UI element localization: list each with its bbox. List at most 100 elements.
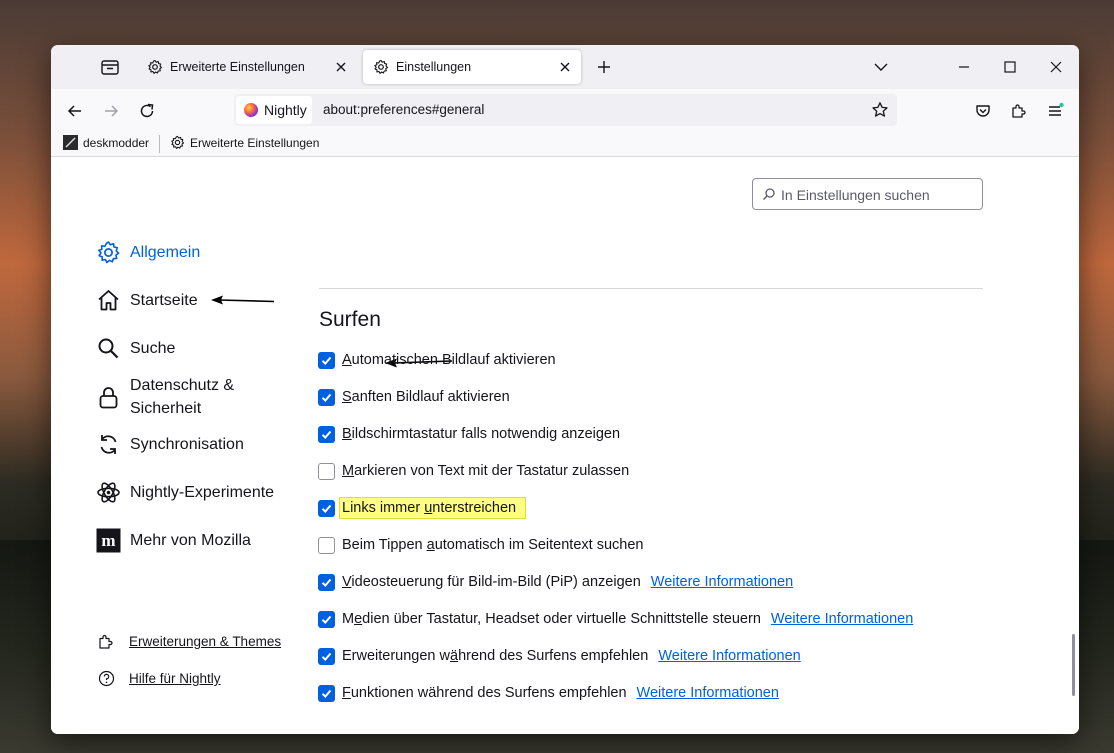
search-input[interactable] — [781, 185, 976, 205]
identity-box[interactable]: Nightly — [236, 96, 312, 124]
option-label-text: utomatisch im Seitentext suchen — [434, 537, 644, 553]
link-label: Erweiterungen & Themes — [129, 634, 282, 649]
checkbox-checked[interactable] — [318, 351, 335, 369]
close-tab-icon[interactable] — [557, 59, 573, 75]
checkmark-icon — [321, 356, 332, 365]
checkbox-checked[interactable] — [318, 684, 335, 702]
url-text[interactable]: about:preferences#general — [323, 102, 484, 117]
tab-label: Einstellungen — [396, 60, 472, 74]
checkmark-icon — [321, 689, 332, 698]
tab-label: Erweiterte Einstellungen — [170, 60, 305, 74]
category-suche[interactable]: Suche — [96, 336, 175, 361]
option-row[interactable]: Medien über Tastatur, Headset oder virtu… — [318, 608, 913, 630]
checkmark-icon — [321, 430, 332, 439]
reload-icon[interactable] — [138, 102, 156, 120]
category-mehr-von-mozilla[interactable]: m Mehr von Mozilla — [96, 528, 251, 553]
option-label-text: Erweiterungen w — [342, 648, 450, 664]
category-allgemein[interactable]: Allgemein — [96, 240, 200, 265]
option-label: Bildschirmtastatur falls notwendig anzei… — [342, 426, 620, 442]
close-tab-icon[interactable] — [333, 59, 349, 75]
option-label-text: hrend des Surfens empfehlen — [458, 648, 649, 664]
forward-arrow-icon[interactable] — [102, 102, 120, 120]
link-erweiterungen-themes[interactable]: Erweiterungen & Themes — [98, 633, 281, 650]
checkbox-unchecked[interactable] — [318, 536, 335, 554]
category-label: Suche — [130, 339, 176, 357]
minimize-icon[interactable] — [956, 59, 972, 75]
checkbox-checked[interactable] — [318, 573, 335, 591]
option-label-text: utomatischen Bildlauf aktivieren — [351, 352, 556, 368]
preferences-search[interactable] — [752, 178, 983, 210]
tab-erweiterte-einstellungen[interactable]: Erweiterte Einstellungen — [137, 50, 357, 84]
category-label: Synchronisation — [130, 435, 244, 453]
new-tab-icon[interactable] — [596, 59, 612, 75]
option-row[interactable]: Beim Tippen automatisch im Seitentext su… — [318, 534, 643, 556]
option-label-text: arkieren von Text mit der Tastatur zulas… — [354, 463, 630, 479]
tab-list-icon[interactable] — [99, 56, 121, 78]
option-row[interactable]: Bildschirmtastatur falls notwendig anzei… — [318, 423, 620, 445]
sync-icon — [100, 435, 117, 454]
category-synchronisation[interactable]: Synchronisation — [96, 432, 244, 457]
search-icon — [98, 338, 119, 359]
option-row[interactable]: Funktionen während des Surfens empfehlen… — [318, 682, 779, 704]
more-info-link[interactable]: Weitere Informationen — [658, 648, 800, 664]
bookmark-deskmodder[interactable]: deskmodder — [63, 135, 149, 150]
access-key: V — [342, 574, 352, 590]
checkbox-checked[interactable] — [318, 388, 335, 406]
bookmark-label: Erweiterte Einstellungen — [190, 135, 320, 150]
search-icon — [763, 188, 775, 200]
access-key: M — [342, 463, 355, 479]
checkbox-checked[interactable] — [318, 425, 335, 443]
more-info-link[interactable]: Weitere Informationen — [651, 574, 793, 590]
category-startseite[interactable]: Startseite — [96, 288, 198, 313]
option-label: Medien über Tastatur, Headset oder virtu… — [342, 611, 761, 627]
menu-hamburger-icon[interactable] — [1046, 102, 1064, 120]
checkbox-checked[interactable] — [318, 610, 335, 628]
back-arrow-icon[interactable] — [66, 102, 84, 120]
option-label-text: nterstreichen — [432, 500, 517, 516]
bookmark-star-icon[interactable] — [871, 101, 889, 119]
bookmark-label: deskmodder — [83, 135, 150, 150]
checkmark-icon — [321, 578, 332, 587]
category-label: Startseite — [130, 291, 198, 309]
tab-einstellungen[interactable]: Einstellungen — [363, 50, 581, 84]
access-key: S — [342, 389, 352, 405]
option-row[interactable]: Erweiterungen während des Surfens empfeh… — [318, 645, 801, 667]
checkbox-checked[interactable] — [318, 647, 335, 665]
checkbox-checked[interactable] — [318, 499, 335, 517]
chevron-down-icon[interactable] — [873, 60, 889, 74]
nav-bar: Nightly about:preferences#general — [51, 89, 1079, 131]
url-bar[interactable]: Nightly about:preferences#general — [234, 94, 897, 126]
access-key: a — [426, 537, 435, 553]
checkbox-unchecked[interactable] — [318, 462, 335, 480]
option-row[interactable]: Links immer unterstreichen — [318, 497, 527, 519]
access-key: B — [342, 426, 352, 442]
option-row[interactable]: Sanften Bildlauf aktivieren — [318, 386, 510, 408]
bookmark-erweiterte-einstellungen[interactable]: Erweiterte Einstellungen — [170, 135, 319, 150]
option-row[interactable]: Markieren von Text mit der Tastatur zula… — [318, 460, 629, 482]
option-label: Videosteuerung für Bild-im-Bild (PiP) an… — [342, 574, 641, 590]
scrollbar-thumb[interactable] — [1072, 634, 1075, 696]
access-key: F — [342, 685, 351, 701]
option-label: Funktionen während des Surfens empfehlen — [342, 685, 627, 701]
option-label: Markieren von Text mit der Tastatur zula… — [342, 463, 629, 479]
more-info-link[interactable]: Weitere Informationen — [637, 685, 779, 701]
pocket-icon[interactable] — [974, 102, 992, 120]
option-label: Links immer unterstreichen — [339, 497, 527, 519]
browser-window: Erweiterte Einstellungen Einstellungen N… — [51, 45, 1079, 734]
option-label-text: M — [342, 611, 355, 627]
home-icon — [98, 290, 119, 311]
checkmark-icon — [321, 504, 332, 513]
mozilla-icon: m — [96, 528, 121, 553]
extensions-puzzle-icon[interactable] — [1010, 102, 1028, 120]
link-hilfe[interactable]: Hilfe für Nightly — [98, 670, 221, 687]
more-info-link[interactable]: Weitere Informationen — [771, 611, 913, 627]
option-row[interactable]: Videosteuerung für Bild-im-Bild (PiP) an… — [318, 571, 793, 593]
atom-icon — [97, 482, 120, 503]
option-row[interactable]: Automatischen Bildlauf aktivieren — [318, 349, 556, 371]
category-datenschutz[interactable]: Datenschutz & Sicherheit — [96, 374, 260, 420]
close-window-icon[interactable] — [1048, 59, 1064, 75]
option-label: Sanften Bildlauf aktivieren — [342, 389, 510, 405]
access-key: e — [354, 611, 363, 627]
category-nightly-experimente[interactable]: Nightly-Experimente — [96, 480, 274, 505]
maximize-icon[interactable] — [1002, 59, 1018, 75]
